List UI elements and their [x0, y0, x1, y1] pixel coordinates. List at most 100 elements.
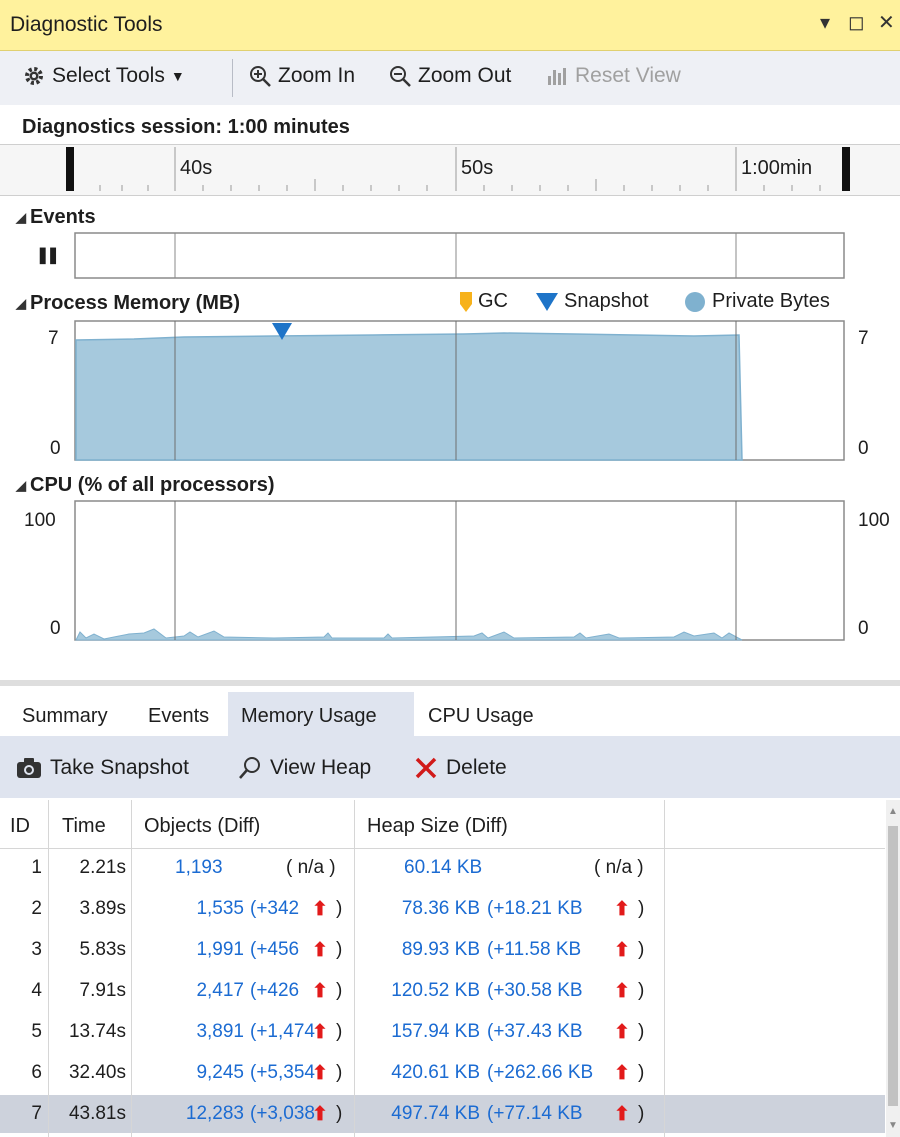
- maximize-icon[interactable]: ◻: [848, 10, 865, 35]
- column-divider[interactable]: [354, 800, 355, 1137]
- gear-icon: [25, 67, 43, 85]
- cpu-section-header[interactable]: ◢ CPU (% of all processors): [16, 474, 275, 497]
- window-title: Diagnostic Tools: [10, 13, 163, 36]
- view-heap-label: View Heap: [270, 756, 372, 779]
- reset-view-label: Reset View: [575, 64, 681, 87]
- cell-heap-diff: (+262.66 KB: [487, 1062, 594, 1083]
- cell-objects-diff: ( n/a ): [286, 857, 336, 878]
- collapse-triangle-icon[interactable]: ◢: [16, 210, 26, 226]
- scroll-up-icon[interactable]: ▲: [888, 806, 898, 817]
- table-row[interactable]: 7 43.81s 12,283 (+3,038 ⬆) 497.74 KB (+77.14 K…: [0, 1095, 885, 1133]
- events-section-header[interactable]: ◢ Events: [16, 206, 96, 229]
- pause-icon[interactable]: ❚❚: [36, 245, 60, 265]
- legend-snapshot: Snapshot: [536, 290, 649, 313]
- zoom-in-button[interactable]: Zoom In: [248, 64, 355, 88]
- increase-arrow-icon: ⬆: [312, 940, 328, 961]
- window-menu-dropdown-icon[interactable]: ▾: [820, 10, 830, 35]
- view-heap-button[interactable]: View Heap: [238, 756, 371, 780]
- legend-private-bytes: Private Bytes: [684, 290, 830, 313]
- gc-marker-icon: [460, 291, 472, 312]
- column-header-heap-size[interactable]: Heap Size (Diff): [367, 815, 508, 838]
- cell-heap: 120.52 KB: [391, 980, 480, 1001]
- cell-objects-diff: (+3,038: [250, 1103, 315, 1124]
- increase-arrow-icon: ⬆: [614, 1063, 630, 1084]
- cell-heap: 89.93 KB: [401, 939, 480, 960]
- paren-close: ): [336, 1021, 343, 1042]
- memory-graph[interactable]: [74, 320, 846, 462]
- cell-time: 5.83s: [79, 939, 126, 960]
- ruler-tick-label: 1:00min: [741, 157, 813, 179]
- cell-objects: 1,535: [196, 898, 244, 919]
- tab-cpu-usage[interactable]: CPU Usage: [428, 705, 534, 728]
- tab-memory-usage[interactable]: Memory Usage: [241, 705, 377, 728]
- cell-objects: 2,417: [196, 980, 244, 1001]
- paren-close: ): [638, 1021, 645, 1042]
- cell-time: 2.21s: [79, 857, 126, 878]
- select-tools-button[interactable]: Select Tools ▼: [22, 64, 185, 88]
- delete-button[interactable]: Delete: [414, 756, 507, 780]
- cell-id: 2: [31, 898, 42, 919]
- zoom-in-label: Zoom In: [278, 64, 356, 87]
- table-row[interactable]: 3 5.83s 1,991 (+456 ⬆) 89.93 KB (+11.58 KB ⬆): [0, 931, 885, 969]
- table-row[interactable]: 2 3.89s 1,535 (+342 ⬆) 78.36 KB (+18.21 KB ⬆): [0, 890, 885, 928]
- memory-section-header[interactable]: ◢ Process Memory (MB): [16, 292, 240, 315]
- cell-id: 5: [31, 1021, 42, 1042]
- cpu-y-max-right: 100: [858, 510, 890, 531]
- collapse-triangle-icon[interactable]: ◢: [16, 478, 26, 494]
- increase-arrow-icon: ⬆: [312, 899, 328, 920]
- cell-heap: 60.14 KB: [404, 857, 483, 878]
- cell-id: 4: [31, 980, 42, 1001]
- column-divider[interactable]: [48, 800, 49, 1137]
- paren-close: ): [638, 1103, 645, 1124]
- memory-y-max-left: 7: [48, 328, 59, 349]
- reset-view-button[interactable]: Reset View: [545, 64, 681, 88]
- table-row[interactable]: 5 13.74s 3,891 (+1,474 ⬆) 157.94 KB (+37.43 KB…: [0, 1013, 885, 1051]
- cell-time: 13.74s: [68, 1021, 126, 1042]
- timeline-ruler[interactable]: 40s 50s 1:00min: [0, 144, 900, 196]
- cell-id: 1: [31, 857, 42, 878]
- column-divider[interactable]: [664, 800, 665, 1137]
- collapse-triangle-icon[interactable]: ◢: [16, 296, 26, 312]
- events-track[interactable]: [74, 232, 846, 280]
- paren-close: ): [336, 980, 343, 1001]
- snapshot-table-body: 1 2.21s 1,193 ( n/a ) 60.14 KB ( n/a ) 2 3.89s 1…: [0, 849, 885, 1137]
- tab-events[interactable]: Events: [148, 705, 209, 728]
- increase-arrow-icon: ⬆: [312, 1063, 328, 1084]
- paren-close: ): [638, 898, 645, 919]
- camera-icon: [17, 758, 41, 778]
- increase-arrow-icon: ⬆: [312, 981, 328, 1002]
- chevron-down-icon: ▼: [170, 68, 185, 84]
- cpu-graph[interactable]: [74, 500, 846, 642]
- session-duration: Diagnostics session: 1:00 minutes: [22, 116, 350, 138]
- table-scrollbar-thumb[interactable]: [888, 826, 898, 1106]
- increase-arrow-icon: ⬆: [312, 1104, 328, 1125]
- memory-y-min-right: 0: [858, 438, 869, 459]
- cell-objects: 1,193: [175, 857, 223, 878]
- table-row[interactable]: 4 7.91s 2,417 (+426 ⬆) 120.52 KB (+30.58 KB ⬆): [0, 972, 885, 1010]
- column-header-time[interactable]: Time: [62, 815, 106, 838]
- cell-heap-diff: (+77.14 KB: [487, 1103, 583, 1124]
- cell-heap: 157.94 KB: [391, 1021, 480, 1042]
- column-header-id[interactable]: ID: [10, 815, 30, 838]
- paren-close: ): [336, 1103, 343, 1124]
- private-bytes-marker-icon: [685, 291, 705, 312]
- column-header-objects[interactable]: Objects (Diff): [144, 815, 260, 838]
- ruler-tick-label: 40s: [180, 157, 213, 179]
- snapshot-marker-icon: [536, 292, 558, 311]
- reset-view-icon: [548, 68, 566, 85]
- table-row[interactable]: 6 32.40s 9,245 (+5,354 ⬆) 420.61 KB (+262.66 K…: [0, 1054, 885, 1092]
- cell-heap-diff: (+37.43 KB: [487, 1021, 583, 1042]
- scroll-down-icon[interactable]: ▼: [888, 1120, 898, 1131]
- memory-section-title: Process Memory (MB): [30, 292, 241, 314]
- zoom-out-button[interactable]: Zoom Out: [388, 64, 511, 88]
- panel-splitter[interactable]: [0, 680, 900, 686]
- cell-objects-diff: (+1,474: [250, 1021, 315, 1042]
- take-snapshot-button[interactable]: Take Snapshot: [16, 756, 189, 780]
- delete-label: Delete: [446, 756, 507, 779]
- close-icon[interactable]: ✕: [878, 10, 895, 35]
- delete-x-icon: [415, 757, 437, 779]
- table-row[interactable]: 1 2.21s 1,193 ( n/a ) 60.14 KB ( n/a ): [0, 849, 885, 887]
- cell-objects: 3,891: [196, 1021, 244, 1042]
- tab-summary[interactable]: Summary: [22, 705, 108, 728]
- column-divider[interactable]: [131, 800, 132, 1137]
